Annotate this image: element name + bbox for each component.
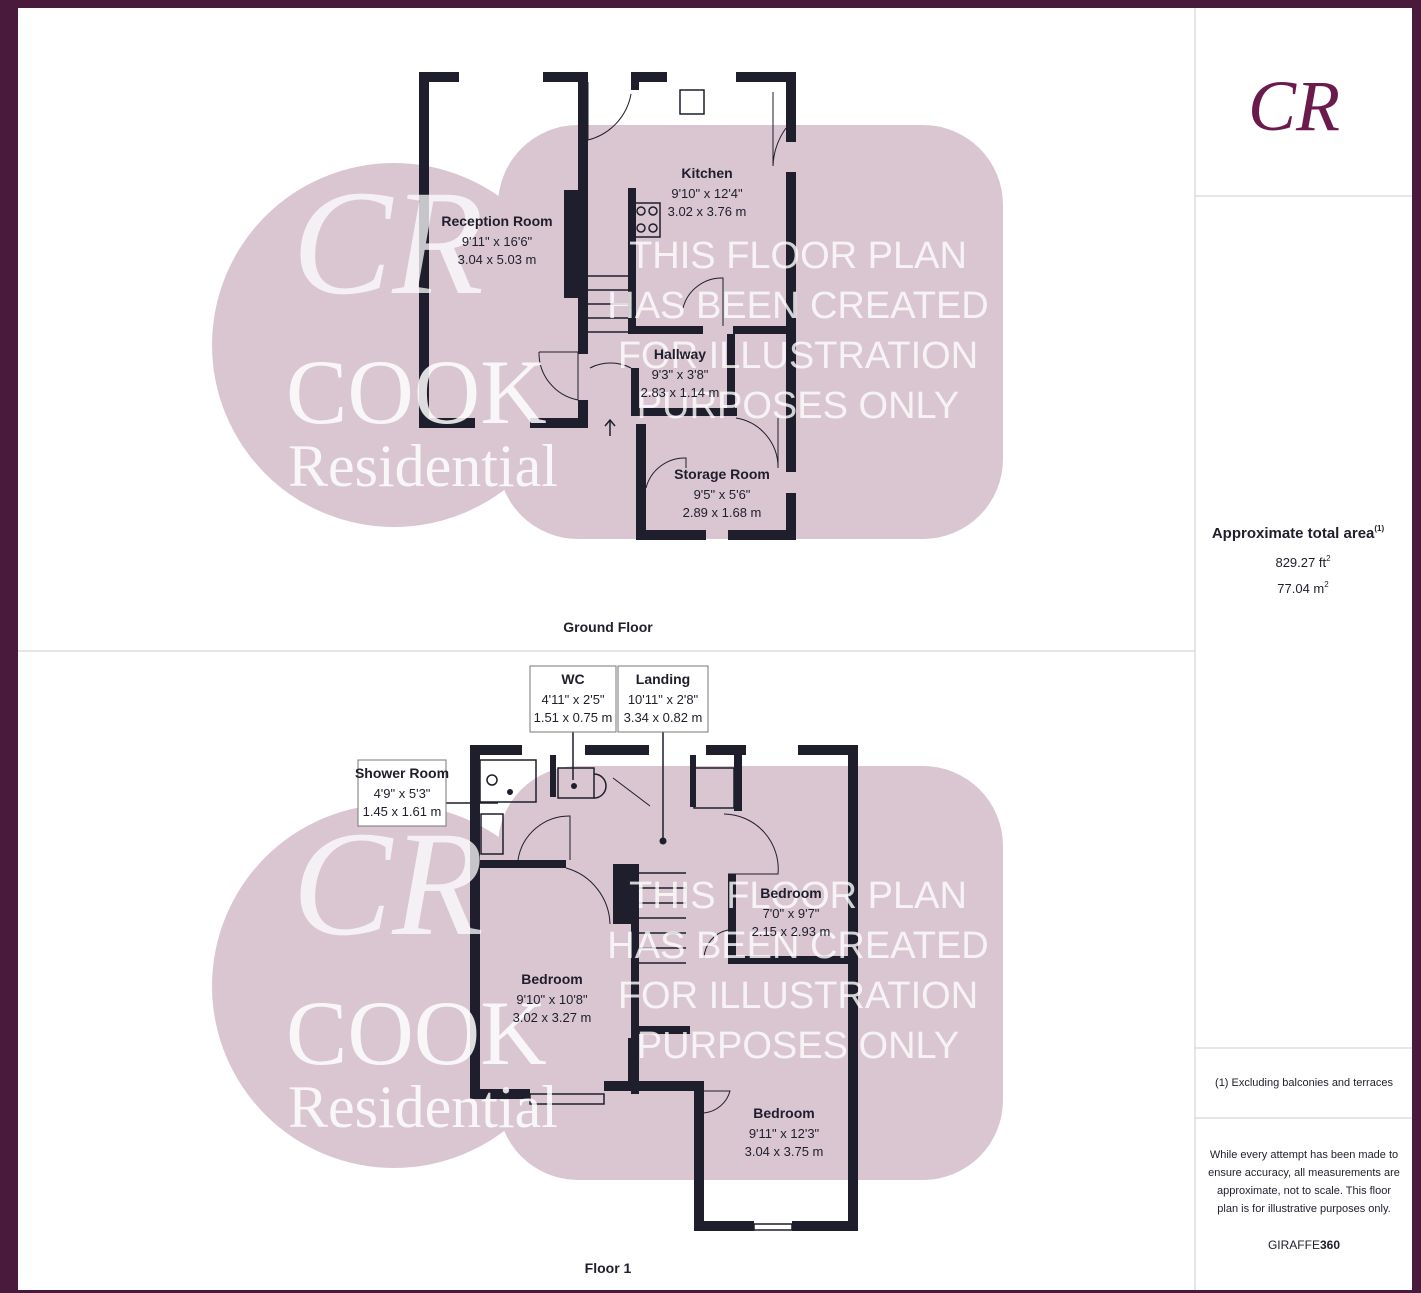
room-metric: 1.45 x 1.61 m bbox=[363, 804, 442, 819]
room-callout-landing: Landing 10'11" x 2'8" 3.34 x 0.82 m bbox=[617, 665, 709, 733]
svg-text:Approximate total area(1): Approximate total area(1) bbox=[1212, 524, 1385, 542]
room-metric: 2.83 x 1.14 m bbox=[641, 385, 720, 400]
svg-text:77.04 m2: 77.04 m2 bbox=[1277, 580, 1329, 596]
watermark-notice-line: FOR ILLUSTRATION bbox=[618, 975, 978, 1017]
floor-plan-drawing: CR CR COOK Residential THIS FLOOR PLAN H… bbox=[18, 8, 1412, 1290]
room-imperial: 9'11" x 16'6" bbox=[462, 234, 533, 249]
room-metric: 1.51 x 0.75 m bbox=[534, 710, 613, 725]
room-metric: 3.34 x 0.82 m bbox=[624, 710, 703, 725]
room-name: Bedroom bbox=[760, 885, 821, 901]
room-label-bedroom-left: Bedroom 9'10" x 10'8" 3.02 x 3.27 m bbox=[513, 971, 592, 1025]
svg-text:829.27 ft2: 829.27 ft2 bbox=[1275, 554, 1331, 570]
room-metric: 3.02 x 3.76 m bbox=[668, 204, 747, 219]
watermark-notice-line: THIS FLOOR PLAN bbox=[629, 235, 967, 277]
room-metric: 2.89 x 1.68 m bbox=[683, 505, 762, 520]
room-imperial: 9'10" x 10'8" bbox=[516, 992, 588, 1007]
room-name: WC bbox=[561, 671, 584, 687]
room-metric: 3.04 x 5.03 m bbox=[458, 252, 537, 267]
room-name: Bedroom bbox=[521, 971, 582, 987]
room-label-bedroom-small: Bedroom 7'0" x 9'7" 2.15 x 2.93 m bbox=[752, 885, 831, 939]
disclaimer: While every attempt has been made to ens… bbox=[1208, 1149, 1400, 1215]
brand-suffix: 360 bbox=[1320, 1238, 1340, 1252]
watermark-brand-top: COOK bbox=[286, 982, 547, 1084]
watermark-brand-bottom: Residential bbox=[288, 433, 558, 499]
unit-power: 2 bbox=[1326, 554, 1331, 563]
room-callout-wc: WC 4'11" x 2'5" 1.51 x 0.75 m bbox=[529, 665, 617, 733]
disclaimer-line: approximate, not to scale. This floor bbox=[1217, 1185, 1391, 1197]
unit-power: 2 bbox=[1324, 580, 1329, 589]
watermark-monogram: CR bbox=[292, 160, 484, 326]
room-name: Landing bbox=[636, 671, 690, 687]
room-callout-shower-room: Shower Room 4'9" x 5'3" 1.45 x 1.61 m bbox=[355, 759, 449, 827]
room-name: Reception Room bbox=[441, 213, 552, 229]
room-imperial: 10'11" x 2'8" bbox=[628, 692, 699, 707]
room-metric: 2.15 x 2.93 m bbox=[752, 924, 831, 939]
room-imperial: 9'11" x 12'3" bbox=[749, 1126, 820, 1141]
watermark-notice-line: PURPOSES ONLY bbox=[637, 1025, 959, 1067]
room-imperial: 4'11" x 2'5" bbox=[541, 692, 604, 707]
room-name: Kitchen bbox=[681, 165, 732, 181]
watermark-brand-top: COOK bbox=[286, 341, 547, 443]
logo-monogram: CR bbox=[1248, 66, 1340, 146]
room-metric: 3.04 x 3.75 m bbox=[745, 1144, 824, 1159]
room-imperial: 4'9" x 5'3" bbox=[374, 786, 431, 801]
area-metric: 77.04 m bbox=[1277, 581, 1324, 596]
footnote: (1) Excluding balconies and terraces bbox=[1215, 1077, 1393, 1089]
giraffe360-logo: GIRAFFE360 bbox=[1268, 1238, 1340, 1252]
room-imperial: 9'5" x 5'6" bbox=[694, 487, 751, 502]
brand-prefix: GIRAFFE bbox=[1268, 1238, 1320, 1252]
floor-label-floor-1: Floor 1 bbox=[585, 1260, 632, 1276]
floor-label-ground: Ground Floor bbox=[563, 619, 653, 635]
room-imperial: 9'10" x 12'4" bbox=[671, 186, 743, 201]
watermark-brand-bottom: Residential bbox=[288, 1074, 558, 1140]
watermark-notice-line: HAS BEEN CREATED bbox=[607, 285, 988, 327]
room-name: Shower Room bbox=[355, 765, 449, 781]
room-imperial: 7'0" x 9'7" bbox=[763, 906, 820, 921]
area-title: Approximate total area bbox=[1212, 525, 1375, 542]
area-title-note: (1) bbox=[1374, 524, 1384, 533]
room-name: Hallway bbox=[654, 346, 706, 362]
room-metric: 3.02 x 3.27 m bbox=[513, 1010, 592, 1025]
cr-logo: CR bbox=[1248, 66, 1340, 146]
room-imperial: 9'3" x 3'8" bbox=[652, 367, 709, 382]
disclaimer-line: ensure accuracy, all measurements are bbox=[1208, 1167, 1400, 1179]
floor-plan-sheet: CR CR COOK Residential THIS FLOOR PLAN H… bbox=[18, 8, 1412, 1290]
disclaimer-line: plan is for illustrative purposes only. bbox=[1217, 1203, 1390, 1215]
area-summary: Approximate total area(1) 829.27 ft2 77.… bbox=[1212, 524, 1385, 596]
disclaimer-line: While every attempt has been made to bbox=[1210, 1149, 1398, 1161]
area-imperial: 829.27 ft bbox=[1275, 555, 1326, 570]
room-name: Bedroom bbox=[753, 1105, 814, 1121]
room-label-bedroom-large: Bedroom 9'11" x 12'3" 3.04 x 3.75 m bbox=[745, 1105, 824, 1159]
room-name: Storage Room bbox=[674, 466, 770, 482]
